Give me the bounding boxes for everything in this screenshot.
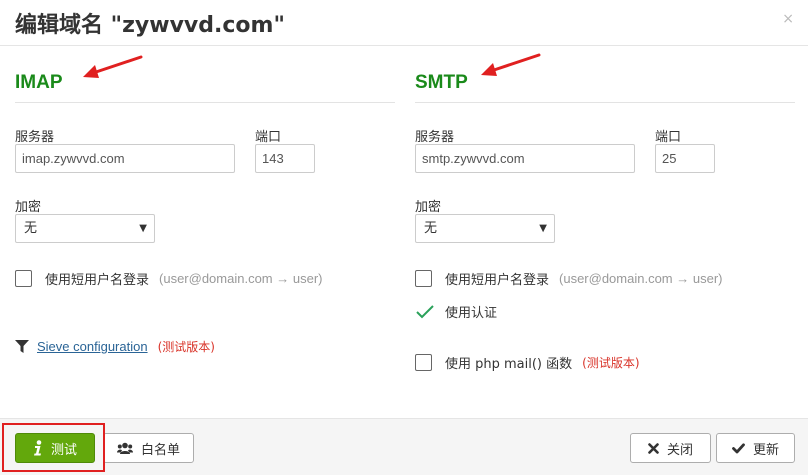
imap-port-input[interactable]: 143 <box>255 144 315 173</box>
imap-short-username-checkbox[interactable] <box>15 270 32 287</box>
annotation-highlight-box <box>2 423 105 472</box>
checkmark-icon[interactable] <box>415 303 435 320</box>
smtp-port-label: 端口 <box>655 130 682 145</box>
smtp-encryption-select[interactable]: 无 ▼ <box>415 214 555 243</box>
filter-icon <box>15 340 29 353</box>
edit-domain-dialog: 编辑域名 "zywvvd.com" × IMAP 服务器 imap.zywvvd… <box>0 0 808 475</box>
smtp-use-auth-row: 使用认证 <box>415 302 497 321</box>
close-button[interactable]: 关闭 <box>630 433 711 463</box>
smtp-server-label: 服务器 <box>415 130 455 145</box>
dialog-title: 编辑域名 "zywvvd.com" <box>15 13 285 38</box>
smtp-heading: SMTP <box>415 72 468 93</box>
users-icon <box>116 442 133 454</box>
smtp-php-mail-beta-label: (测试版本) <box>582 356 640 370</box>
chevron-down-icon: ▼ <box>539 223 547 234</box>
close-button-label: 关闭 <box>666 442 693 458</box>
imap-port-label: 端口 <box>255 130 282 145</box>
annotation-arrow-icon <box>83 55 143 78</box>
imap-server-label: 服务器 <box>15 130 55 145</box>
imap-section: IMAP 服务器 imap.zywvvd.com 端口 143 加密 无 ▼ 使… <box>15 46 395 418</box>
check-icon <box>732 442 745 454</box>
smtp-encryption-value: 无 <box>424 221 438 236</box>
smtp-encryption-label: 加密 <box>415 200 442 215</box>
smtp-php-mail-row: 使用 php mail() 函数 (测试版本) <box>415 353 640 372</box>
smtp-short-username-hint: (user@domain.com → user) <box>559 271 723 286</box>
smtp-use-auth-label: 使用认证 <box>445 306 498 321</box>
smtp-short-username-label: 使用短用户名登录 <box>445 273 550 288</box>
close-icon[interactable]: × <box>782 11 794 27</box>
sieve-beta-label: (测试版本) <box>157 340 215 354</box>
smtp-php-mail-label: 使用 php mail() 函数 <box>445 357 573 372</box>
smtp-port-input[interactable]: 25 <box>655 144 715 173</box>
chevron-down-icon: ▼ <box>139 223 147 234</box>
smtp-server-input[interactable]: smtp.zywvvd.com <box>415 144 635 173</box>
whitelist-button[interactable]: 白名单 <box>103 433 194 463</box>
whitelist-button-label: 白名单 <box>140 442 180 458</box>
imap-heading: IMAP <box>15 72 63 93</box>
smtp-short-username-row: 使用短用户名登录 (user@domain.com → user) <box>415 269 722 288</box>
sieve-row: Sieve configuration (测试版本) <box>15 338 215 355</box>
imap-short-username-hint: (user@domain.com → user) <box>159 271 323 286</box>
smtp-divider <box>415 102 795 103</box>
imap-encryption-select[interactable]: 无 ▼ <box>15 214 155 243</box>
x-icon <box>648 442 659 454</box>
update-button[interactable]: 更新 <box>716 433 795 463</box>
annotation-arrow-icon <box>481 53 541 76</box>
imap-server-input[interactable]: imap.zywvvd.com <box>15 144 235 173</box>
sieve-configuration-link[interactable]: Sieve configuration <box>37 339 148 354</box>
imap-short-username-label: 使用短用户名登录 <box>45 273 150 288</box>
smtp-section: SMTP 服务器 smtp.zywvvd.com 端口 25 加密 无 ▼ 使用… <box>415 46 795 418</box>
smtp-php-mail-checkbox[interactable] <box>415 354 432 371</box>
imap-encryption-value: 无 <box>24 221 38 236</box>
imap-short-username-row: 使用短用户名登录 (user@domain.com → user) <box>15 269 322 288</box>
update-button-label: 更新 <box>752 442 779 458</box>
imap-divider <box>15 102 395 103</box>
smtp-short-username-checkbox[interactable] <box>415 270 432 287</box>
imap-encryption-label: 加密 <box>15 200 42 215</box>
